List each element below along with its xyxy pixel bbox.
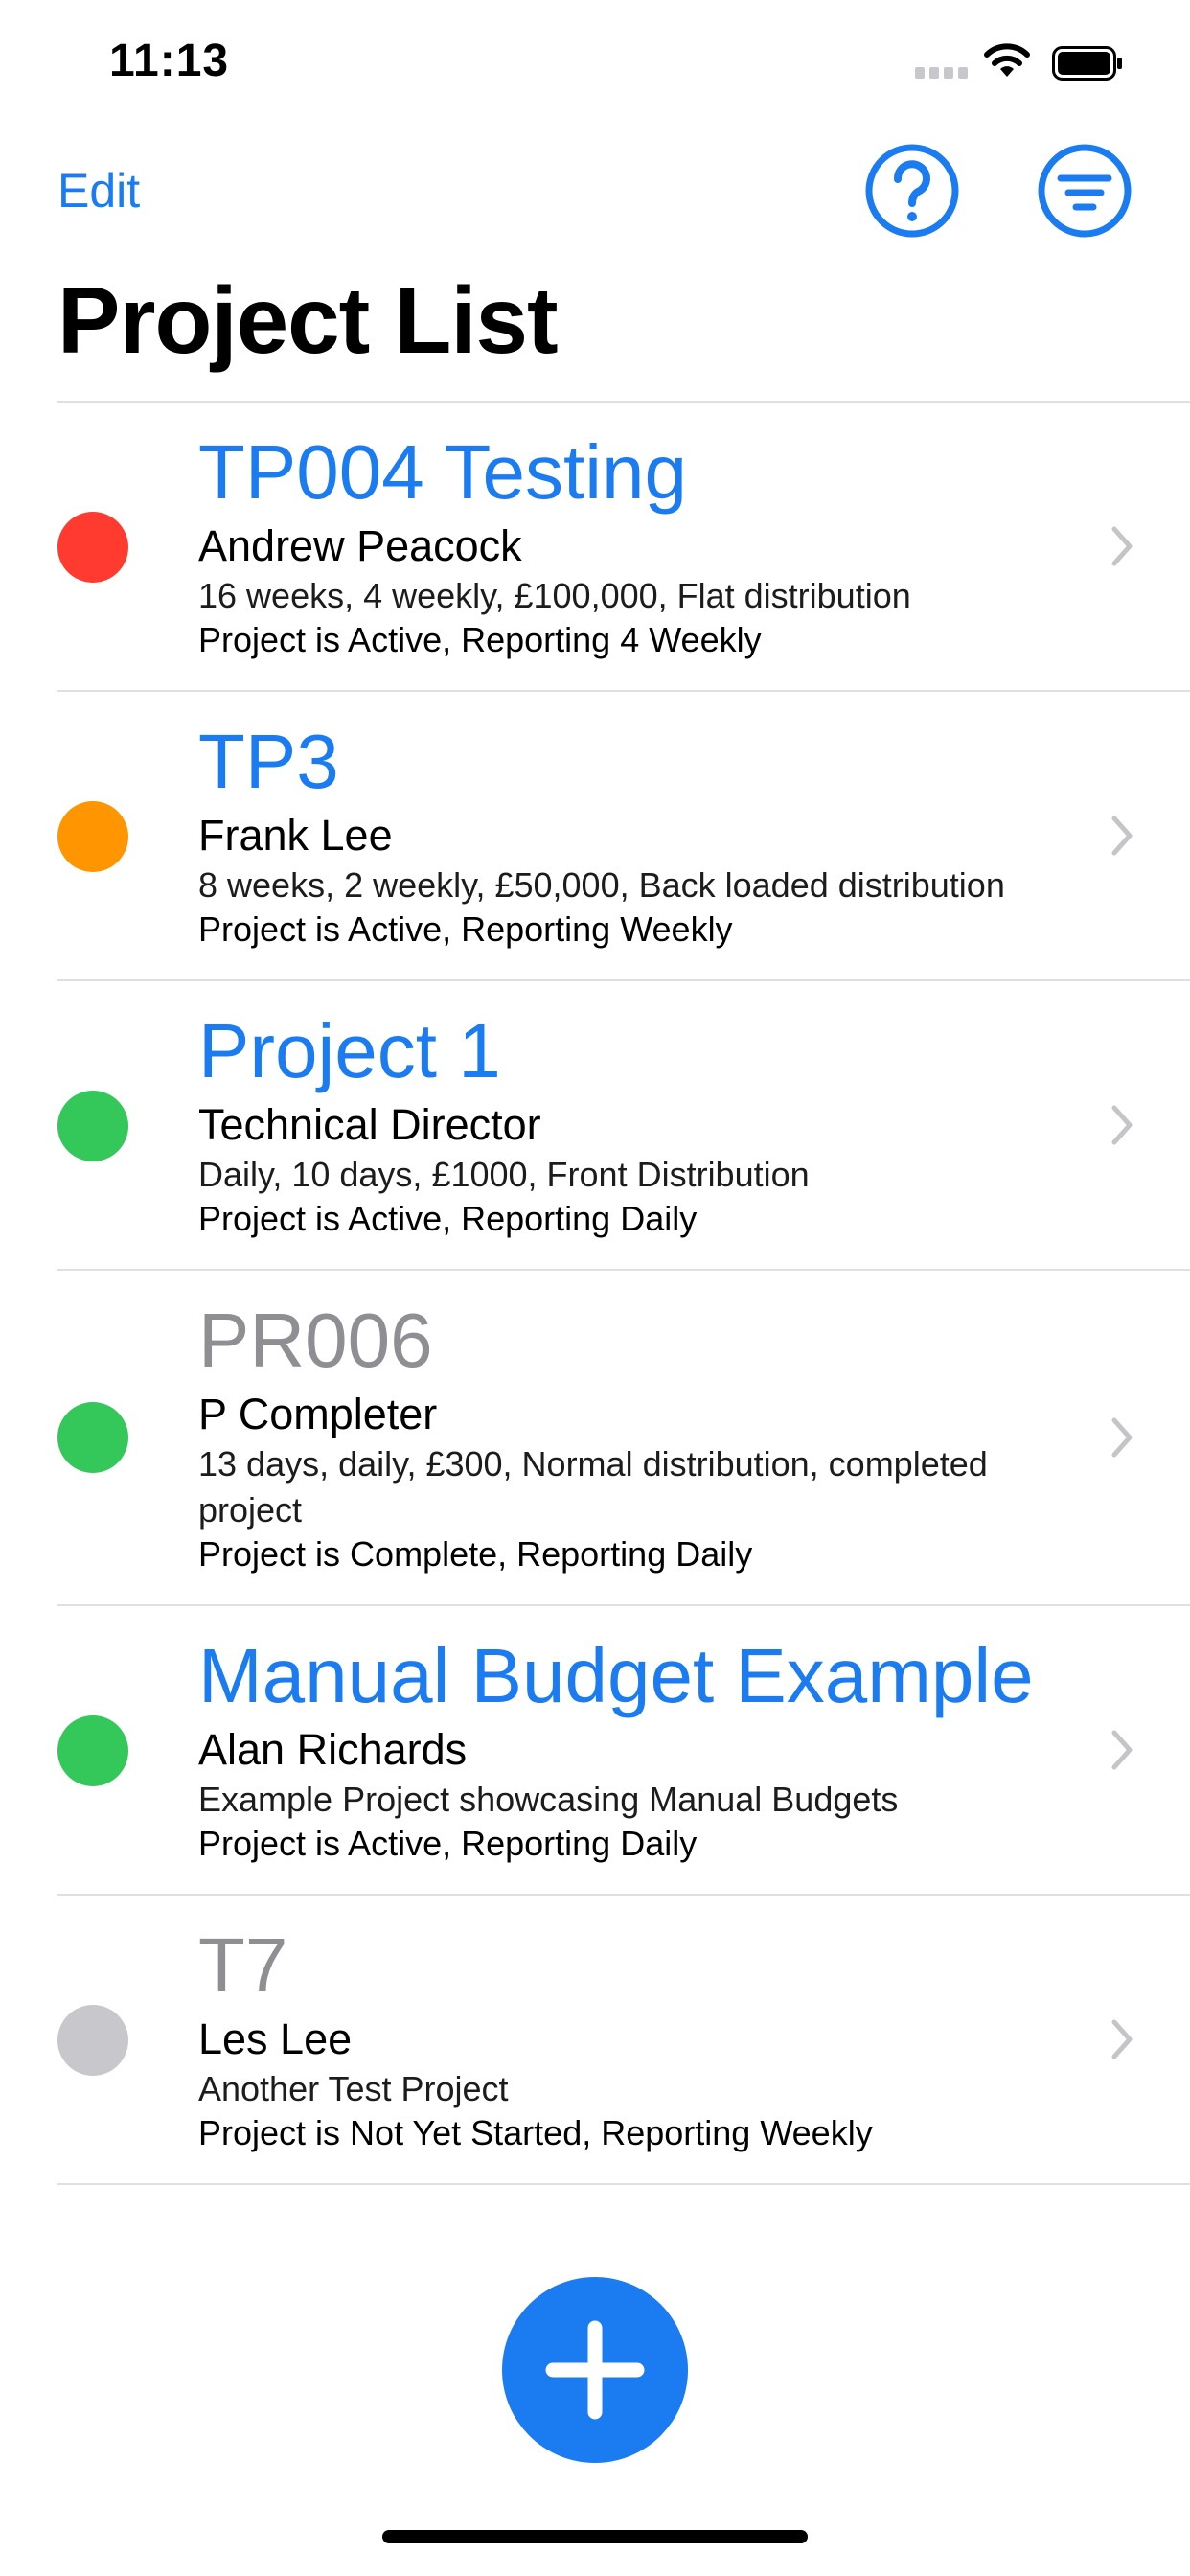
project-row[interactable]: T7 Les Lee Another Test Project Project … — [0, 1896, 1190, 2183]
project-title: Project 1 — [198, 1008, 501, 1093]
project-details: Example Project showcasing Manual Budget… — [198, 1780, 899, 1819]
project-owner: Alan Richards — [198, 1725, 468, 1774]
project-owner: Les Lee — [198, 2014, 353, 2063]
status-indicator — [57, 512, 128, 583]
project-owner: Technical Director — [198, 1100, 541, 1149]
project-details: 13 days, daily, £300, Normal distributio… — [198, 1444, 988, 1530]
project-owner: Andrew Peacock — [198, 521, 522, 570]
chevron-right-icon — [1111, 1417, 1133, 1458]
project-details: 16 weeks, 4 weekly, £100,000, Flat distr… — [198, 576, 911, 615]
project-title: TP3 — [198, 719, 339, 804]
project-title: Manual Budget Example — [198, 1633, 1034, 1718]
project-row[interactable]: Manual Budget Example Alan Richards Exam… — [0, 1606, 1190, 1894]
project-row[interactable]: Project 1 Technical Director Daily, 10 d… — [0, 981, 1190, 1269]
add-project-button[interactable] — [502, 2277, 688, 2463]
home-indicator — [382, 2530, 808, 2543]
project-details: 8 weeks, 2 weekly, £50,000, Back loaded … — [198, 865, 1005, 905]
project-row[interactable]: TP004 Testing Andrew Peacock 16 weeks, 4… — [0, 402, 1190, 690]
project-details: Daily, 10 days, £1000, Front Distributio… — [198, 1155, 810, 1194]
chevron-right-icon — [1111, 816, 1133, 856]
help-button[interactable] — [864, 143, 960, 239]
filter-button[interactable] — [1037, 143, 1133, 239]
project-state: Project is Active, Reporting 4 Weekly — [198, 620, 762, 659]
page-title: Project List — [57, 267, 559, 373]
project-list: TP004 Testing Andrew Peacock 16 weeks, 4… — [0, 401, 1190, 2185]
plus-icon — [545, 2320, 645, 2420]
status-indicator — [57, 801, 128, 872]
chevron-right-icon — [1111, 1730, 1133, 1770]
project-owner: P Completer — [198, 1390, 438, 1438]
wifi-icon — [984, 43, 1030, 77]
project-state: Project is Not Yet Started, Reporting We… — [198, 2113, 873, 2152]
edit-button[interactable]: Edit — [57, 163, 140, 218]
status-indicator — [57, 1091, 128, 1162]
status-indicator — [57, 1402, 128, 1473]
chevron-right-icon — [1111, 526, 1133, 566]
project-row[interactable]: PR006 P Completer 13 days, daily, £300, … — [0, 1271, 1190, 1604]
project-state: Project is Active, Reporting Weekly — [198, 909, 733, 949]
chevron-right-icon — [1111, 1105, 1133, 1145]
project-title: PR006 — [198, 1298, 433, 1383]
project-details: Another Test Project — [198, 2069, 509, 2108]
status-bar: 11:13 — [0, 0, 1190, 125]
status-indicator — [57, 1715, 128, 1786]
project-title: TP004 Testing — [198, 429, 687, 515]
battery-icon — [1052, 46, 1122, 80]
project-state: Project is Complete, Reporting Daily — [198, 1534, 753, 1574]
status-time: 11:13 — [109, 35, 230, 86]
project-state: Project is Active, Reporting Daily — [198, 1199, 698, 1238]
chevron-right-icon — [1111, 2019, 1133, 2059]
project-state: Project is Active, Reporting Daily — [198, 1824, 698, 1863]
project-row[interactable]: TP3 Frank Lee 8 weeks, 2 weekly, £50,000… — [0, 692, 1190, 979]
list-divider — [57, 2183, 1190, 2185]
status-indicator — [57, 2005, 128, 2076]
project-title: T7 — [198, 1922, 288, 2008]
cellular-signal-icon — [915, 67, 968, 79]
project-owner: Frank Lee — [198, 811, 393, 860]
